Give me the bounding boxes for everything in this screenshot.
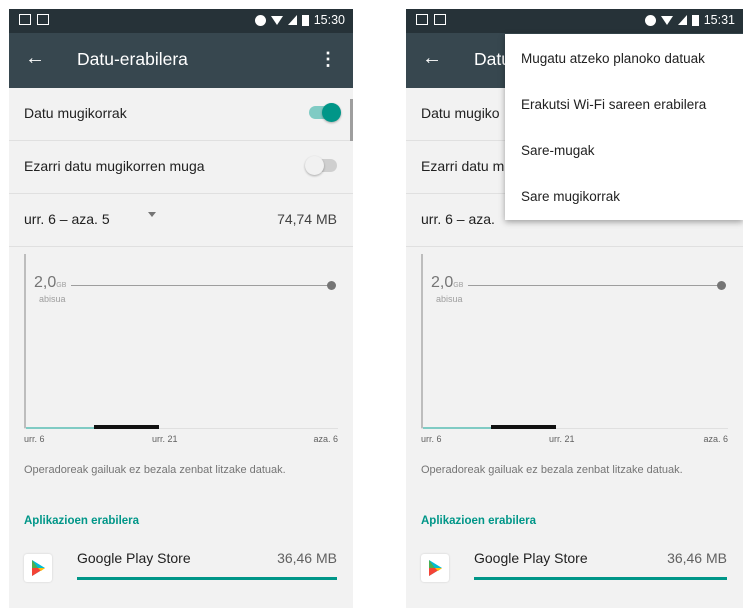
chart-y-axis: [24, 254, 26, 429]
notification-image-icon: [416, 14, 428, 25]
mobile-data-row[interactable]: Datu mugikorrak: [9, 88, 353, 141]
status-time: 15:31: [703, 13, 735, 27]
chart-y-axis: [421, 254, 423, 429]
app-usage-header: Aplikazioen erabilera: [421, 515, 537, 527]
play-store-icon: [421, 554, 449, 582]
status-bar: 15:30: [9, 9, 353, 33]
cycle-total: 74,74 MB: [277, 211, 337, 227]
menu-item-restrict-background[interactable]: Mugatu atzeko planoko datuak: [521, 51, 705, 66]
app-bar: ← Datu-erabilera ⋮: [9, 33, 353, 88]
carrier-note: Operadoreak gailuak ez bezala zenbat lit…: [421, 464, 683, 476]
warning-limit-line[interactable]: [468, 285, 720, 286]
app-usage-row[interactable]: Google Play Store 36,46 MB: [406, 539, 743, 601]
limit-value: 2,0GB: [431, 274, 463, 292]
warning-limit-line[interactable]: [71, 285, 330, 286]
usage-line-wifi: [26, 427, 94, 429]
usage-line-selected: [491, 425, 556, 429]
more-options-icon[interactable]: ⋮: [319, 49, 337, 70]
limit-drag-handle[interactable]: [327, 281, 336, 290]
back-arrow-icon[interactable]: ←: [422, 47, 442, 70]
cycle-range[interactable]: urr. 6 – aza. 5: [24, 211, 110, 227]
cycle-row[interactable]: urr. 6 – aza. 5 74,74 MB: [9, 194, 353, 247]
back-arrow-icon[interactable]: ←: [25, 47, 45, 70]
app-usage-header: Aplikazioen erabilera: [24, 515, 140, 527]
app-name: Google Play Store: [77, 550, 191, 566]
x-label-start: urr. 6: [421, 434, 442, 444]
limit-unit: GB: [453, 282, 464, 289]
app-name: Google Play Store: [474, 550, 588, 566]
limit-number: 2,0: [431, 274, 454, 291]
set-data-limit-toggle[interactable]: [305, 156, 337, 175]
app-usage-bar: [474, 577, 727, 580]
limit-value: 2,0GB: [34, 274, 66, 292]
scrollbar[interactable]: [350, 99, 353, 141]
x-label-start: urr. 6: [24, 434, 45, 444]
set-data-limit-row[interactable]: Ezarri datu mugikorren muga: [9, 141, 353, 194]
app-usage-row[interactable]: Google Play Store 36,46 MB: [9, 539, 353, 601]
menu-item-mobile-networks[interactable]: Sare mugikorrak: [521, 189, 620, 204]
play-store-icon: [24, 554, 52, 582]
app-size: 36,46 MB: [667, 550, 727, 566]
page-title: Datu-erabilera: [77, 49, 188, 69]
usage-line-wifi: [423, 427, 491, 429]
cell-signal-icon: [677, 15, 687, 25]
set-data-limit-label: Ezarri datu m: [421, 158, 505, 174]
phone-screen-left: 15:30 ← Datu-erabilera ⋮ Datu mugikorrak…: [9, 9, 353, 608]
cell-signal-icon: [287, 15, 297, 25]
limit-caption: abisua: [436, 294, 463, 304]
limit-unit: GB: [56, 282, 67, 289]
limit-drag-handle[interactable]: [717, 281, 726, 290]
app-size: 36,46 MB: [277, 550, 337, 566]
usage-chart[interactable]: 2,0GB abisua urr. 6 urr. 21 aza. 6: [421, 254, 728, 444]
dnd-icon: [644, 14, 656, 26]
notification-download-icon: [37, 14, 49, 25]
toggle-knob: [305, 156, 324, 175]
toggle-knob: [322, 103, 341, 122]
mobile-data-label: Datu mugiko: [421, 105, 500, 121]
wifi-icon: [660, 15, 673, 25]
status-time: 15:30: [313, 13, 345, 27]
cycle-range[interactable]: urr. 6 – aza.: [421, 211, 495, 227]
x-label-mid: urr. 21: [152, 434, 178, 444]
battery-icon: [691, 14, 699, 26]
set-data-limit-label: Ezarri datu mugikorren muga: [24, 158, 205, 174]
limit-caption: abisua: [39, 294, 66, 304]
x-label-mid: urr. 21: [549, 434, 575, 444]
battery-icon: [301, 14, 309, 26]
mobile-data-toggle[interactable]: [309, 103, 341, 122]
limit-number: 2,0: [34, 274, 57, 291]
overflow-menu: Mugatu atzeko planoko datuak Erakutsi Wi…: [505, 34, 743, 220]
x-label-end: aza. 6: [703, 434, 728, 444]
app-usage-bar: [77, 577, 337, 580]
wifi-icon: [270, 15, 283, 25]
data-saver-icon: [254, 14, 266, 26]
mobile-data-label: Datu mugikorrak: [24, 105, 127, 121]
dropdown-arrow-icon[interactable]: [148, 212, 156, 217]
menu-item-show-wifi[interactable]: Erakutsi Wi-Fi sareen erabilera: [521, 97, 706, 112]
usage-line-selected: [94, 425, 159, 429]
notification-image-icon: [19, 14, 31, 25]
carrier-note: Operadoreak gailuak ez bezala zenbat lit…: [24, 464, 286, 476]
x-label-end: aza. 6: [313, 434, 338, 444]
status-bar: 15:31: [406, 9, 743, 33]
usage-chart[interactable]: 2,0GB abisua urr. 6 urr. 21 aza. 6: [24, 254, 338, 444]
notification-download-icon: [434, 14, 446, 25]
phone-screen-right: 15:31 ← Datu Datu mugiko Ezarri datu m u…: [406, 9, 743, 608]
menu-item-network-restrictions[interactable]: Sare-mugak: [521, 143, 595, 158]
